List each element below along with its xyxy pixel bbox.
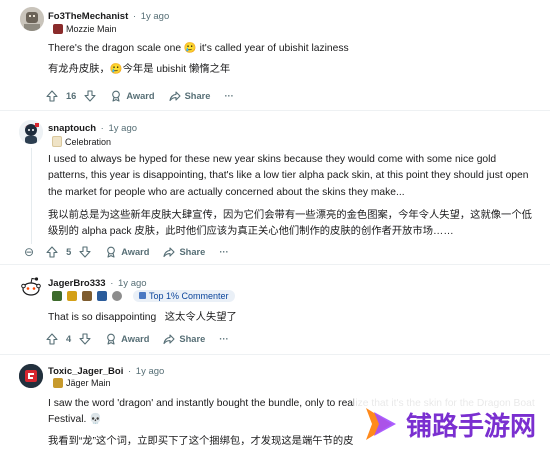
comment-body: That is so disappointing 这太令人失望了 — [48, 310, 508, 326]
avatar[interactable] — [19, 120, 43, 144]
award-icon — [112, 90, 121, 102]
share-icon — [163, 334, 175, 345]
comment-actions: 4 Award Share ··· — [46, 330, 243, 348]
username[interactable]: Fo3TheMechanist — [48, 11, 128, 22]
snoo-avatar-icon — [19, 275, 43, 299]
share-button[interactable]: Share — [163, 246, 205, 258]
comment-meta: snaptouch · 1y ago — [48, 123, 137, 134]
trophy-icon — [112, 291, 122, 301]
comment-paragraph: 我以前总是为这些新年皮肤大肆宣传，因为它们会带有一些漂亮的金色图案，今年令人失望… — [48, 209, 532, 238]
flair-icon — [53, 24, 63, 34]
vote-control: 5 — [46, 246, 91, 258]
comment-body: I used to always be hyped for these new … — [48, 152, 538, 240]
award-button[interactable]: Award — [110, 90, 155, 102]
watermark-text: 铺路手游网 — [406, 411, 537, 442]
downvote-icon[interactable] — [79, 246, 91, 258]
share-button[interactable]: Share — [163, 333, 205, 345]
user-flair: Jäger Main — [53, 378, 111, 388]
more-options-icon: ··· — [224, 91, 234, 101]
flair-icon — [52, 136, 62, 147]
timestamp-dot: · — [110, 278, 114, 289]
avatar[interactable] — [19, 364, 43, 388]
trophy-icon — [97, 291, 107, 301]
upvote-icon[interactable] — [46, 90, 58, 102]
vote-control: 16 — [46, 90, 96, 102]
award-button[interactable]: Award — [105, 246, 149, 258]
share-button[interactable]: Share — [169, 90, 211, 102]
share-icon — [169, 91, 181, 102]
timestamp[interactable]: 1y ago — [118, 278, 147, 289]
vote-count: 5 — [66, 247, 72, 257]
flair-icon — [53, 378, 63, 388]
trophy-row: Top 1% Commenter — [52, 290, 235, 302]
comment-actions: 16 Award Share ··· — [46, 87, 248, 105]
avatar[interactable] — [19, 275, 43, 299]
trophy-icon — [67, 291, 77, 301]
username[interactable]: JagerBro333 — [48, 278, 106, 289]
share-label: Share — [184, 91, 211, 101]
share-label: Share — [179, 247, 206, 257]
comment-paragraph: I used to always be hyped for these new … — [48, 154, 529, 198]
comment-meta: Toxic_Jager_Boi · 1y ago — [48, 366, 164, 377]
username[interactable]: snaptouch — [48, 123, 96, 134]
badge-trophy-icon — [139, 292, 146, 299]
award-icon — [107, 333, 116, 345]
upvote-icon[interactable] — [46, 333, 58, 345]
comment-paragraph: 我看到“龙”这个词，立即买下了这个捆绑包，才发现这是端午节的皮 — [48, 435, 354, 447]
comment-paragraph: 有龙舟皮肤，🥲今年是 ubishit 懒惰之年 — [48, 64, 231, 76]
user-avatar-icon — [19, 120, 43, 144]
share-icon — [163, 247, 176, 258]
timestamp-dot: · — [127, 366, 132, 377]
downvote-icon[interactable] — [84, 90, 96, 102]
flair-label: Jäger Main — [66, 378, 111, 388]
more-options-button[interactable]: ··· — [219, 247, 228, 257]
flair-label: Celebration — [65, 136, 112, 147]
vote-control: 4 — [46, 333, 91, 345]
downvote-icon[interactable] — [79, 333, 91, 345]
timestamp[interactable]: 1y ago — [136, 366, 165, 377]
timestamp-dot: · — [100, 123, 104, 134]
user-avatar-icon — [20, 7, 44, 31]
more-options-button[interactable]: ··· — [224, 91, 233, 101]
user-avatar-icon — [19, 364, 43, 388]
upvote-icon[interactable] — [46, 246, 58, 258]
timestamp[interactable]: 1y ago — [141, 11, 170, 22]
more-options-icon: ··· — [219, 247, 229, 257]
share-label: Share — [179, 334, 206, 344]
vote-count: 4 — [66, 334, 72, 344]
timestamp-dot: · — [132, 11, 137, 22]
watermark-logo-icon — [366, 408, 396, 440]
comment-body: There's the dragon scale one 🥲 it's call… — [48, 41, 508, 79]
thread-line — [31, 148, 32, 244]
award-button[interactable]: Award — [105, 333, 149, 345]
divider — [0, 264, 550, 265]
more-options-icon: ··· — [219, 334, 229, 344]
trophy-icon — [82, 291, 92, 301]
vote-count: 16 — [66, 91, 77, 101]
flair-label: Mozzie Main — [66, 24, 117, 34]
watermark: 铺路手游网 — [354, 398, 542, 450]
award-label: Award — [121, 334, 150, 344]
user-flair: Mozzie Main — [53, 24, 117, 34]
comment-actions: ⊖ 5 Award Share ··· — [24, 243, 243, 261]
user-flair: Celebration — [52, 136, 111, 147]
top-commenter-badge: Top 1% Commenter — [133, 290, 235, 302]
award-label: Award — [126, 91, 155, 101]
divider — [0, 110, 550, 111]
badge-label: Top 1% Commenter — [149, 291, 229, 301]
award-icon — [107, 246, 116, 258]
divider — [0, 354, 550, 355]
comment-meta: JagerBro333 · 1y ago — [48, 278, 147, 289]
username[interactable]: Toxic_Jager_Boi — [48, 366, 123, 377]
more-options-button[interactable]: ··· — [219, 334, 228, 344]
comment-paragraph: There's the dragon scale one 🥲 it's call… — [48, 43, 349, 54]
comment-paragraph: That is so disappointing 这太令人失望了 — [48, 312, 237, 323]
avatar[interactable] — [20, 7, 44, 31]
collapse-thread-icon[interactable]: ⊖ — [24, 245, 34, 259]
timestamp[interactable]: 1y ago — [108, 123, 137, 134]
award-label: Award — [121, 247, 150, 257]
comment-meta: Fo3TheMechanist · 1y ago — [48, 11, 169, 22]
trophy-icon — [52, 291, 62, 301]
